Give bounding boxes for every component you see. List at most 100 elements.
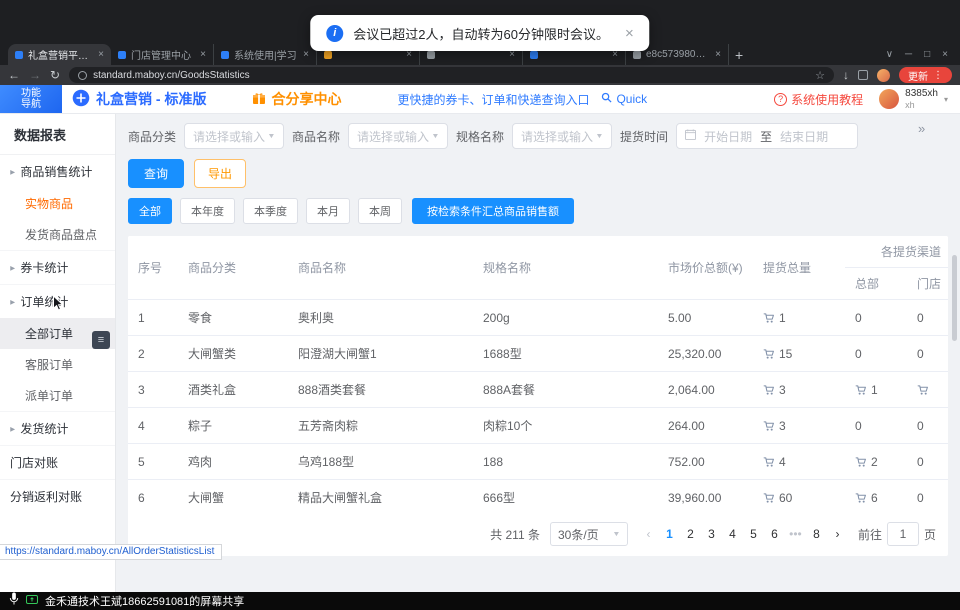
sidebar-item[interactable]: 实物商品: [0, 188, 115, 219]
sidebar-section[interactable]: 门店对账: [0, 445, 115, 479]
chevron-down-icon: ▾: [944, 95, 948, 104]
user-menu[interactable]: 8385xh xh ▾: [879, 88, 948, 110]
prev-page-button[interactable]: ‹: [638, 523, 659, 545]
page-button[interactable]: 2: [680, 523, 701, 545]
nav-toggle-line1: 功能: [21, 88, 41, 100]
table-scroll-area[interactable]: 序号商品分类商品名称规格名称市场价总额(¥)提货总量各提货渠道总部门店 1零食奥…: [128, 236, 948, 512]
cell-index: 6: [128, 480, 178, 513]
tab-favicon: [530, 51, 538, 59]
browser-tab[interactable]: 礼盒营销平台管理中心×: [8, 44, 111, 65]
address-bar[interactable]: standard.maboy.cn/GoodsStatistics ☆: [69, 67, 834, 83]
tutorial-link[interactable]: ? 系统使用教程: [774, 91, 863, 108]
date-range-picker[interactable]: 开始日期至结束日期: [676, 123, 858, 149]
goto-page-input[interactable]: [887, 522, 919, 546]
tab-close-icon[interactable]: ×: [303, 49, 309, 60]
share-center-link[interactable]: 合分享中心: [252, 89, 341, 109]
cell-pickup-total: 1: [753, 300, 845, 336]
page-button[interactable]: 6: [764, 523, 785, 545]
question-icon: ?: [774, 93, 787, 106]
cell-spec: 888A套餐: [473, 372, 658, 408]
range-button[interactable]: 本年度: [180, 198, 235, 224]
page-button[interactable]: 4: [722, 523, 743, 545]
sidebar-item[interactable]: 客服订单: [0, 349, 115, 380]
sidebar-title: 数据报表: [0, 113, 115, 155]
download-icon[interactable]: ↓: [843, 69, 849, 81]
browser-profile-avatar[interactable]: [877, 69, 890, 82]
window-close-icon[interactable]: ×: [942, 49, 948, 60]
reload-icon[interactable]: ↻: [50, 69, 60, 81]
tab-favicon: [118, 51, 126, 59]
sidebar-section[interactable]: ▶商品销售统计: [0, 155, 115, 188]
page-button[interactable]: 5: [743, 523, 764, 545]
quick-search[interactable]: Quick: [601, 92, 647, 106]
cell-store-qty: 0: [907, 408, 948, 444]
range-button[interactable]: 本周: [358, 198, 402, 224]
update-button[interactable]: 更新 ⋮: [899, 67, 952, 83]
browser-toolbar: ← → ↻ standard.maboy.cn/GoodsStatistics …: [0, 65, 960, 85]
vertical-scrollbar-thumb[interactable]: [952, 255, 957, 341]
site-info-icon[interactable]: [78, 71, 87, 80]
tab-close-icon[interactable]: ×: [200, 49, 206, 60]
sidebar-section[interactable]: ▶券卡统计: [0, 250, 115, 284]
share-bar-text: 金禾通技术王斌18662591081的屏幕共享: [45, 593, 244, 609]
cell-amount: 5.00: [658, 300, 753, 336]
cell-amount: 264.00: [658, 408, 753, 444]
collapse-panel-icon[interactable]: »: [918, 121, 925, 136]
search-button[interactable]: 查询: [128, 159, 184, 188]
update-label: 更新: [908, 68, 928, 83]
sidebar-item[interactable]: 派单订单: [0, 380, 115, 411]
pickup-cart-icon: [763, 419, 775, 433]
back-icon[interactable]: ←: [8, 69, 20, 81]
column-subheader: 总部: [845, 268, 907, 300]
browser-tab[interactable]: 门店管理中心×: [111, 44, 214, 65]
tab-close-icon[interactable]: ×: [715, 49, 721, 60]
quick-entry-tip[interactable]: 更快捷的券卡、订单和快递查询入口: [397, 91, 589, 108]
goto-page: 前往 页: [858, 522, 936, 546]
next-page-button[interactable]: ›: [827, 523, 848, 545]
page-size-value: 30条/页: [558, 526, 599, 543]
chevron-right-icon: ▶: [10, 298, 15, 305]
tab-search-icon[interactable]: ∨: [886, 49, 893, 60]
page-button[interactable]: 1: [659, 523, 680, 545]
select-placeholder: 请选择或输入: [193, 128, 265, 145]
filter-select[interactable]: 请选择或输入▼: [348, 123, 448, 149]
extensions-icon[interactable]: [858, 70, 868, 80]
page-size-select[interactable]: 30条/页 ▼: [550, 522, 628, 546]
maximize-icon[interactable]: □: [924, 49, 930, 60]
sidebar-collapse-toggle[interactable]: ≡: [92, 331, 110, 349]
function-nav-toggle[interactable]: 功能 导航: [0, 85, 62, 113]
export-button[interactable]: 导出: [194, 159, 246, 188]
cell-amount: 752.00: [658, 444, 753, 480]
forward-icon[interactable]: →: [29, 69, 41, 81]
sidebar-item[interactable]: 发货商品盘点: [0, 219, 115, 250]
browser-tab[interactable]: 系统使用|学习×: [214, 44, 317, 65]
bookmark-star-icon[interactable]: ☆: [815, 69, 825, 82]
page-button[interactable]: 3: [701, 523, 722, 545]
filter-label: 商品名称: [292, 128, 340, 145]
tab-close-icon[interactable]: ×: [98, 49, 104, 60]
url-text: standard.maboy.cn/GoodsStatistics: [93, 70, 809, 81]
toast-text: 会议已超过2人，自动转为60分钟限时会议。: [353, 24, 609, 43]
filter-row: 商品分类请选择或输入▼商品名称请选择或输入▼规格名称请选择或输入▼提货时间开始日…: [128, 123, 960, 149]
sidebar-section[interactable]: 分销返利对账: [0, 479, 115, 513]
column-header: 规格名称: [473, 236, 658, 300]
summary-button[interactable]: 按检索条件汇总商品销售额: [412, 198, 574, 224]
range-button[interactable]: 本月: [306, 198, 350, 224]
page-button[interactable]: 8: [806, 523, 827, 545]
range-button[interactable]: 本季度: [243, 198, 298, 224]
sidebar-section[interactable]: ▶发货统计: [0, 411, 115, 445]
qty-value: 6: [871, 491, 878, 505]
cell-store-qty: 0: [907, 444, 948, 480]
new-tab-button[interactable]: +: [735, 47, 743, 63]
page-ellipsis[interactable]: •••: [785, 523, 806, 545]
chevron-right-icon: ▶: [10, 425, 15, 432]
brand-title: 礼盒营销 - 标准版: [96, 89, 206, 109]
nav-toggle-line2: 导航: [21, 99, 41, 111]
toast-close-icon[interactable]: ×: [625, 25, 634, 42]
range-button[interactable]: 全部: [128, 198, 172, 224]
filter-select[interactable]: 请选择或输入▼: [512, 123, 612, 149]
sidebar-section[interactable]: ▶订单统计: [0, 284, 115, 318]
minimize-icon[interactable]: ─: [905, 49, 912, 60]
qty-value: 3: [779, 383, 786, 397]
filter-select[interactable]: 请选择或输入▼: [184, 123, 284, 149]
